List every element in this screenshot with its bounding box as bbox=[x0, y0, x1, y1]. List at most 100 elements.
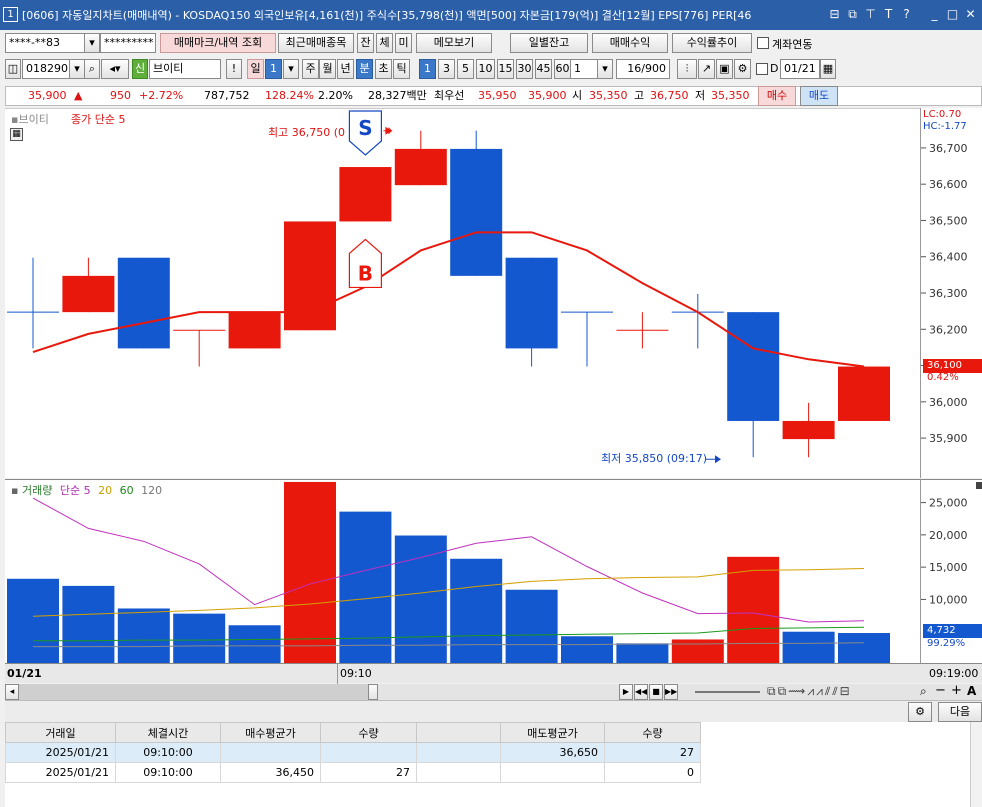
minute-button[interactable]: 60 bbox=[554, 59, 571, 79]
volume-bar[interactable] bbox=[838, 633, 890, 664]
zoom-in-icon[interactable]: + bbox=[951, 683, 962, 698]
candle[interactable] bbox=[173, 329, 226, 367]
stock-code-input[interactable]: 018290 bbox=[22, 59, 70, 79]
scroll-track[interactable] bbox=[19, 684, 377, 700]
candle[interactable] bbox=[228, 312, 281, 349]
volume-bar[interactable] bbox=[339, 511, 392, 664]
pane-close-icon[interactable] bbox=[976, 482, 982, 489]
table-header-cell[interactable]: 매도평균가 bbox=[500, 722, 605, 743]
stock-name-field[interactable]: 브이티 bbox=[149, 59, 221, 79]
password-input[interactable]: ********* bbox=[100, 33, 156, 53]
table-view-icon[interactable]: ▦ bbox=[10, 128, 23, 141]
balance-button[interactable]: 잔 bbox=[357, 33, 374, 53]
price-chart-pane[interactable]: SB ▪브이티 종가 단순 5 ▦ 최고 36,750 (0 최저 35,850… bbox=[5, 108, 920, 478]
volume-bar[interactable] bbox=[671, 639, 724, 664]
volume-bar[interactable] bbox=[616, 643, 669, 664]
table-header-cell[interactable]: 매수평균가 bbox=[220, 722, 321, 743]
save-icon[interactable]: ▣ bbox=[716, 59, 733, 79]
date-checkbox[interactable] bbox=[756, 63, 768, 75]
scroll-left-icon[interactable]: ◂ bbox=[5, 684, 19, 700]
account-dropdown-icon[interactable]: ▾ bbox=[84, 33, 100, 53]
candle[interactable] bbox=[616, 312, 669, 349]
table-header-cell[interactable]: 거래일 bbox=[5, 722, 116, 743]
zoom-icon[interactable]: ⌕ bbox=[920, 684, 927, 699]
volume-bar[interactable] bbox=[450, 558, 503, 664]
interval-dropdown-icon[interactable]: ▾ bbox=[597, 59, 613, 79]
executed-button[interactable]: 체 bbox=[376, 33, 393, 53]
minute-button[interactable]: 45 bbox=[535, 59, 552, 79]
sound-icon[interactable]: ◂▾ bbox=[101, 59, 129, 79]
candle[interactable] bbox=[394, 130, 447, 186]
restore-icon[interactable]: ⊟ bbox=[827, 5, 842, 23]
profit-rate-button[interactable]: 수익률추이 bbox=[672, 33, 752, 53]
volume-bar[interactable] bbox=[173, 613, 226, 664]
chart-stock-tab[interactable]: ▪브이티 bbox=[11, 111, 49, 127]
table-settings-gear-icon[interactable]: ⚙ bbox=[908, 702, 932, 722]
help-icon[interactable]: ? bbox=[899, 5, 914, 23]
minute-button[interactable]: 30 bbox=[516, 59, 533, 79]
volume-bar[interactable] bbox=[782, 631, 835, 664]
calendar-icon[interactable]: ▦ bbox=[820, 59, 836, 79]
recent-trades-button[interactable]: 최근매매종목 bbox=[278, 33, 354, 53]
maximize-icon[interactable]: □ bbox=[945, 5, 960, 23]
table-row[interactable]: 2025/01/21 09:10:00 36,650 27 bbox=[5, 742, 701, 763]
candle[interactable] bbox=[505, 257, 558, 367]
account-link-checkbox[interactable] bbox=[757, 37, 769, 49]
play-icon[interactable]: ▶ bbox=[619, 684, 633, 700]
count-field[interactable]: 16/900 bbox=[616, 59, 670, 79]
period-button[interactable]: 분 bbox=[356, 59, 373, 79]
candle[interactable] bbox=[284, 221, 336, 331]
speed-slider[interactable] bbox=[695, 691, 760, 693]
buy-button[interactable]: 매수 bbox=[758, 86, 796, 106]
sell-marker[interactable]: S bbox=[348, 110, 382, 156]
period-button[interactable]: 초 bbox=[375, 59, 392, 79]
next-page-button[interactable]: 다음 bbox=[938, 702, 982, 722]
zoom-out-icon[interactable]: − bbox=[935, 683, 946, 698]
table-header-cell[interactable]: 수량 bbox=[604, 722, 701, 743]
volume-bar[interactable] bbox=[284, 481, 336, 664]
period-dropdown-icon[interactable]: ▾ bbox=[283, 59, 299, 79]
scroll-thumb[interactable] bbox=[368, 684, 378, 700]
period-button[interactable]: 년 bbox=[337, 59, 354, 79]
popup-icon[interactable]: ⧉ bbox=[845, 5, 860, 23]
gear-icon[interactable]: ⚙ bbox=[734, 59, 751, 79]
fast-forward-icon[interactable]: ▶▶ bbox=[664, 684, 678, 700]
candle[interactable] bbox=[727, 312, 780, 458]
volume-chart-pane[interactable]: ▪ 거래량 단순 5 20 60 120 bbox=[5, 479, 920, 664]
interval-field[interactable]: 1 bbox=[570, 59, 598, 79]
volume-bar[interactable] bbox=[505, 589, 558, 664]
minute-button[interactable]: 10 bbox=[476, 59, 495, 79]
pin-icon[interactable]: ⊤ bbox=[863, 5, 878, 23]
date-input[interactable]: 01/21 bbox=[780, 59, 820, 79]
volume-bar[interactable] bbox=[228, 625, 281, 664]
minute-button[interactable]: 5 bbox=[457, 59, 474, 79]
candle[interactable] bbox=[561, 311, 613, 367]
volume-bar[interactable] bbox=[7, 578, 59, 664]
table-header-cell[interactable]: 수량 bbox=[320, 722, 417, 743]
chart-type-icon[interactable]: ◫ bbox=[5, 59, 21, 79]
search-icon[interactable]: ⌕ bbox=[84, 59, 100, 79]
window-number[interactable]: 1 bbox=[3, 7, 18, 22]
period-day-button[interactable]: 일 bbox=[247, 59, 264, 79]
candle[interactable] bbox=[117, 257, 170, 349]
daily-balance-button[interactable]: 일별잔고 bbox=[510, 33, 588, 53]
unexecuted-button[interactable]: 미 bbox=[395, 33, 412, 53]
warning-icon[interactable]: ! bbox=[226, 59, 242, 79]
minute-button[interactable]: 1 bbox=[419, 59, 436, 79]
buy-marker[interactable]: B bbox=[348, 238, 382, 289]
candle-tool-icon[interactable]: ⫶ bbox=[677, 59, 697, 79]
text-tool-icon[interactable]: A bbox=[967, 684, 976, 698]
candle[interactable] bbox=[62, 257, 115, 313]
minute-button[interactable]: 15 bbox=[497, 59, 514, 79]
draw-tool-icon[interactable]: ↗ bbox=[698, 59, 715, 79]
minute-button[interactable]: 3 bbox=[438, 59, 455, 79]
volume-bar[interactable] bbox=[62, 585, 115, 664]
minimize-icon[interactable]: _ bbox=[927, 5, 942, 23]
sell-button[interactable]: 매도 bbox=[800, 86, 838, 106]
table-row[interactable]: 2025/01/21 09:10:00 36,450 27 0 bbox=[5, 762, 701, 783]
period-num-field[interactable]: 1 bbox=[265, 59, 282, 79]
period-button[interactable]: 틱 bbox=[393, 59, 410, 79]
account-input[interactable]: ****-**83 bbox=[5, 33, 85, 53]
font-icon[interactable]: T bbox=[881, 5, 896, 23]
trade-profit-button[interactable]: 매매수익 bbox=[592, 33, 668, 53]
